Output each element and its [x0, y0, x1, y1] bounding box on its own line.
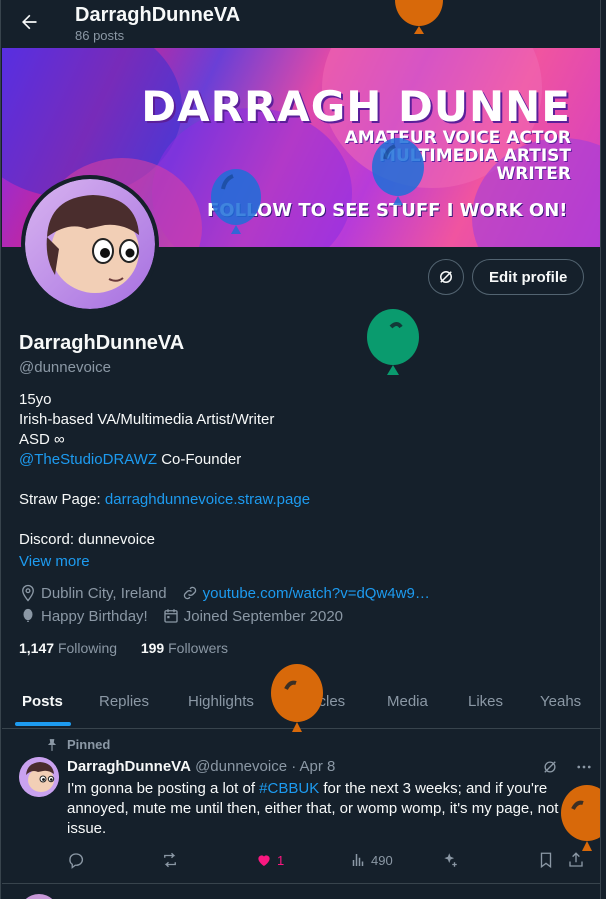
view-more-link[interactable]: View more — [19, 553, 90, 570]
tweet-header: DarraghDunneVA @dunnevoice · Apr 8 — [67, 758, 335, 775]
bio-line: Discord: dunnevoice — [19, 531, 155, 548]
views-button[interactable]: 490 — [349, 851, 393, 869]
edit-profile-button[interactable]: Edit profile — [472, 259, 585, 295]
grok-icon[interactable] — [541, 758, 559, 781]
tab-yeahs[interactable]: Yeahs — [540, 693, 581, 710]
link-icon — [181, 584, 199, 602]
straw-label: Straw Page: — [19, 491, 105, 508]
balloon-icon — [395, 0, 443, 34]
tweet-actions: 1 490 — [67, 851, 587, 871]
bio-line: @TheStudioDRAWZ Co-Founder — [19, 450, 310, 470]
pin-icon — [47, 738, 57, 751]
tab-replies[interactable]: Replies — [99, 693, 149, 710]
following-label: Following — [57, 640, 118, 656]
banner-title: DARRAGH DUNNE — [141, 82, 571, 131]
banner-line: WRITER — [496, 164, 571, 184]
sparkle-add-icon — [444, 853, 457, 867]
birthday-text: Happy Birthday! — [41, 607, 148, 625]
bio-line: ASD ∞ — [19, 431, 65, 448]
profile-page: DARRAGH DUNNE AMATEUR VOICE ACTOR MULTIM… — [0, 0, 601, 899]
sync-icon — [440, 271, 452, 283]
bio-spacer — [19, 510, 310, 530]
heart-icon — [258, 855, 270, 866]
straw-page-link[interactable]: darraghdunnevoice.straw.page — [105, 491, 310, 508]
divider — [2, 883, 600, 884]
more-options-icon[interactable] — [575, 758, 593, 781]
balloon-icon — [211, 169, 261, 234]
tweet-text-part: I'm gonna be posting a lot of — [67, 780, 260, 797]
profile-bio: 15yo Irish-based VA/Multimedia Artist/Wr… — [19, 390, 310, 550]
following-stat[interactable]: 1,147 Following — [19, 640, 117, 656]
tweet-avatar[interactable] — [19, 757, 59, 797]
tweet-author[interactable]: DarraghDunneVA — [67, 758, 191, 775]
balloon-icon — [271, 664, 323, 732]
balloon-icon — [561, 785, 600, 851]
bio-line: Straw Page: darraghdunnevoice.straw.page — [19, 490, 310, 510]
reply-icon — [69, 853, 84, 869]
tweet-text: I'm gonna be posting a lot of #CBBUK for… — [67, 779, 587, 839]
pinned-text: Pinned — [67, 737, 111, 752]
repost-icon — [164, 852, 176, 868]
tweet-handle-date: @dunnevoice · Apr 8 — [195, 758, 336, 775]
profile-avatar[interactable] — [21, 175, 159, 313]
tab-highlights[interactable]: Highlights — [188, 693, 254, 710]
tab-likes[interactable]: Likes — [468, 693, 503, 710]
joined-text: Joined September 2020 — [183, 607, 344, 625]
like-button[interactable]: 1 — [255, 851, 284, 869]
profile-meta-row: Dublin City, Ireland youtube.com/watch?v… — [19, 584, 430, 602]
add-reaction-button[interactable] — [441, 851, 459, 869]
hashtag-link[interactable]: #CBBUK — [259, 780, 319, 797]
profile-meta-row: Happy Birthday! Joined September 2020 — [19, 607, 343, 625]
balloon-icon — [372, 138, 424, 205]
header-post-count: 86 posts — [75, 28, 125, 43]
repost-button[interactable] — [161, 851, 179, 869]
bookmark-button[interactable] — [537, 851, 555, 869]
balloon-icon — [19, 607, 37, 625]
website-link[interactable]: youtube.com/watch?v=dQw4w9… — [203, 585, 430, 602]
active-tab-indicator — [15, 722, 71, 726]
bookmark-icon — [540, 852, 552, 869]
location-icon — [19, 584, 37, 602]
views-icon — [352, 854, 364, 866]
back-arrow-icon[interactable] — [19, 12, 39, 32]
follow-stats: 1,147 Following 199 Followers — [19, 640, 228, 656]
pinned-label: Pinned — [45, 737, 110, 752]
next-tweet-avatar[interactable] — [19, 894, 59, 899]
following-count: 1,147 — [19, 640, 55, 656]
balloon-icon — [367, 309, 419, 375]
tab-posts[interactable]: Posts — [22, 693, 63, 710]
view-count: 490 — [371, 852, 393, 868]
bio-text: Co-Founder — [157, 451, 242, 468]
tab-media[interactable]: Media — [387, 693, 428, 710]
bio-spacer — [19, 470, 310, 490]
profile-name: DarraghDunneVA — [19, 332, 185, 354]
followers-label: Followers — [168, 640, 229, 656]
bio-line: 15yo — [19, 391, 52, 408]
bio-line: Irish-based VA/Multimedia Artist/Writer — [19, 411, 275, 428]
calendar-icon — [162, 607, 180, 625]
sync-button[interactable] — [428, 259, 464, 295]
header-title: DarraghDunneVA — [75, 4, 241, 26]
like-count: 1 — [277, 852, 285, 868]
profile-handle: @dunnevoice — [19, 359, 111, 376]
followers-count: 199 — [140, 640, 165, 656]
top-bar: DarraghDunneVA 86 posts — [1, 0, 600, 48]
followers-stat[interactable]: 199 Followers — [141, 640, 228, 656]
studio-mention-link[interactable]: @TheStudioDRAWZ — [19, 451, 157, 468]
tweet-top-icons — [541, 758, 593, 781]
location-text: Dublin City, Ireland — [41, 584, 167, 602]
reply-button[interactable] — [67, 851, 85, 869]
